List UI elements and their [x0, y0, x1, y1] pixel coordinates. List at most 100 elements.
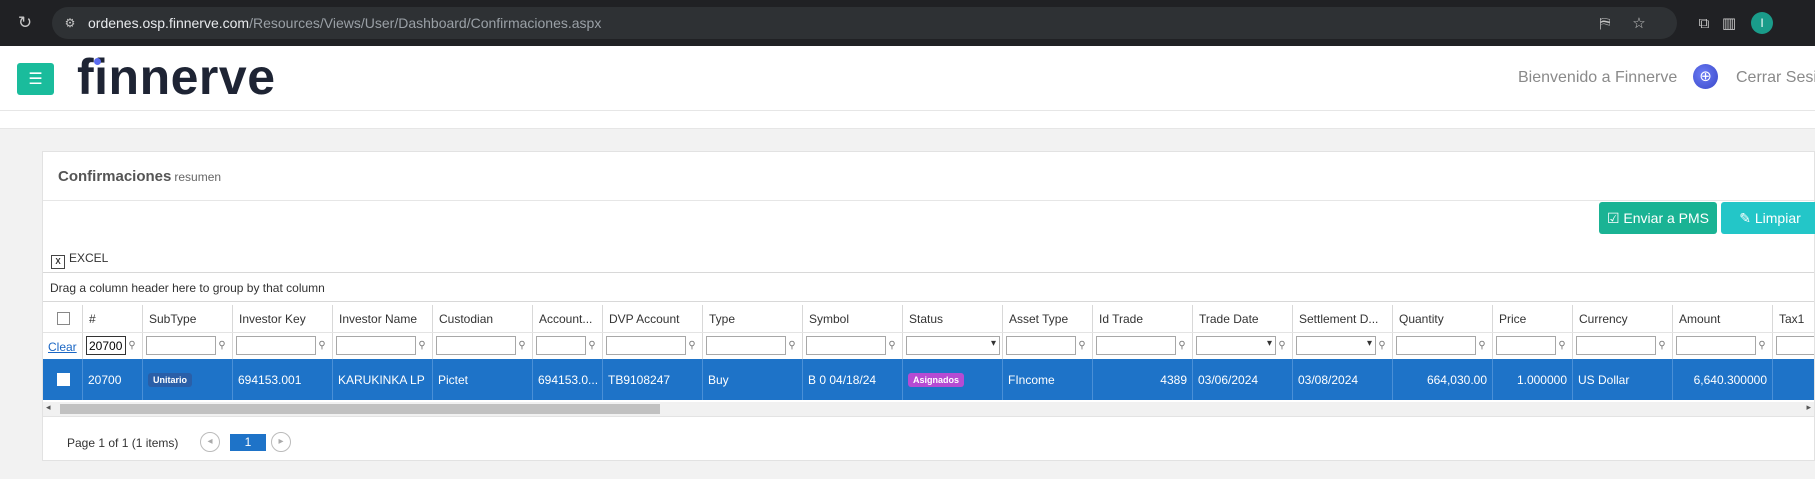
filter-input[interactable] [1776, 336, 1814, 355]
page-number-button[interactable]: 1 [230, 434, 266, 451]
divider [43, 200, 1814, 201]
row-checkbox[interactable] [57, 373, 70, 386]
cell-account: 694153.0... [533, 359, 603, 400]
filter-cell: 20700 ⚲ [83, 333, 143, 359]
cell-asset-type: FIncome [1003, 359, 1093, 400]
filter-icon[interactable]: ⚲ [1177, 336, 1187, 355]
group-panel[interactable]: Drag a column header here to group by th… [43, 272, 1814, 302]
filter-clear-link[interactable]: Clear [48, 340, 77, 354]
filter-input[interactable] [336, 336, 416, 355]
filter-icon[interactable]: ⚲ [517, 336, 527, 355]
filter-icon[interactable]: ⚲ [417, 336, 427, 355]
table-row[interactable]: 20700 Unitario 694153.001 KARUKINKA LP P… [43, 359, 1814, 400]
profile-avatar[interactable]: I [1751, 12, 1773, 34]
excel-export-button[interactable]: X EXCEL [51, 251, 108, 269]
cell-custodian: Pictet [433, 359, 533, 400]
column-header[interactable]: Investor Name [333, 305, 433, 332]
send-pms-button[interactable]: ☑ Enviar a PMS [1599, 202, 1717, 234]
scroll-right-icon[interactable]: ▸ [1806, 403, 1811, 413]
column-header[interactable]: Amount [1673, 305, 1773, 332]
filter-cell: ⚲ [1493, 333, 1573, 359]
column-header[interactable]: Type [703, 305, 803, 332]
filter-dropdown[interactable] [1296, 336, 1376, 355]
star-icon[interactable]: ☆ [1630, 14, 1648, 32]
filter-cell: ⚲ [1573, 333, 1673, 359]
extensions-icon[interactable]: ⧉ [1693, 12, 1715, 34]
filter-icon[interactable]: ⚲ [887, 336, 897, 355]
filter-input[interactable] [1496, 336, 1556, 355]
address-bar[interactable]: ⚙ ordenes.osp.finnerve.com/Resources/Vie… [52, 7, 1677, 39]
filter-input[interactable] [806, 336, 886, 355]
filter-icon[interactable]: ⚲ [1657, 336, 1667, 355]
column-header[interactable]: # [83, 305, 143, 332]
select-all-checkbox-cell[interactable] [43, 305, 83, 332]
excel-icon: X [51, 255, 65, 269]
filter-icon[interactable]: ⚲ [1477, 336, 1487, 355]
clear-button[interactable]: ✎ Limpiar [1721, 202, 1815, 234]
column-header[interactable]: Symbol [803, 305, 903, 332]
horizontal-scrollbar[interactable]: ◂ ▸ [43, 402, 1814, 416]
filter-icon[interactable]: ⚲ [1377, 336, 1387, 355]
filter-input[interactable] [1676, 336, 1756, 355]
select-all-checkbox[interactable] [57, 312, 70, 325]
chevron-left-icon[interactable]: ◂ [200, 432, 220, 452]
filter-input[interactable] [1006, 336, 1076, 355]
column-header[interactable]: Quantity [1393, 305, 1493, 332]
scrollbar-thumb[interactable] [60, 404, 660, 414]
column-header[interactable]: Asset Type [1003, 305, 1093, 332]
cell-tax1 [1773, 359, 1814, 400]
column-header[interactable]: Tax1 [1773, 305, 1814, 332]
filter-icon[interactable]: ⚲ [217, 336, 227, 355]
column-header[interactable]: Trade Date [1193, 305, 1293, 332]
filter-cell: ⚲ [143, 333, 233, 359]
column-header[interactable]: Id Trade [1093, 305, 1193, 332]
column-header[interactable]: SubType [143, 305, 233, 332]
filter-input[interactable] [1576, 336, 1656, 355]
chevron-right-icon[interactable]: ▸ [271, 432, 291, 452]
url-text[interactable]: ordenes.osp.finnerve.com/Resources/Views… [88, 15, 601, 31]
filter-dropdown[interactable] [906, 336, 1000, 355]
column-header[interactable]: Account... [533, 305, 603, 332]
filter-icon[interactable]: ⚲ [1277, 336, 1287, 355]
filter-input[interactable] [146, 336, 216, 355]
filter-icon[interactable]: ⚲ [787, 336, 797, 355]
filter-icon[interactable]: ⚲ [1757, 336, 1767, 355]
row-checkbox-cell[interactable] [43, 359, 83, 400]
column-header[interactable]: Price [1493, 305, 1573, 332]
column-header[interactable]: DVP Account [603, 305, 703, 332]
reload-icon[interactable]: ↻ [14, 12, 36, 34]
column-header[interactable]: Settlement D... [1293, 305, 1393, 332]
filter-input-id[interactable]: 20700 [86, 336, 126, 355]
filter-icon[interactable]: ⚲ [587, 336, 597, 355]
filter-input[interactable] [436, 336, 516, 355]
panel-title: Confirmaciones resumen [58, 168, 222, 185]
filter-icon[interactable]: ⚲ [1077, 336, 1087, 355]
filter-dropdown[interactable] [1196, 336, 1276, 355]
filter-input[interactable] [1096, 336, 1176, 355]
menu-icon[interactable]: ☰ [17, 63, 54, 95]
translate-icon[interactable]: ⛿ [1596, 14, 1614, 32]
cell-currency: US Dollar [1573, 359, 1673, 400]
site-info-icon[interactable]: ⚙ [62, 15, 78, 31]
filter-input[interactable] [606, 336, 686, 355]
logout-link[interactable]: Cerrar Sesión [1736, 69, 1815, 87]
filter-icon[interactable]: ⚲ [127, 336, 137, 355]
globe-icon[interactable]: ⊕ [1693, 64, 1718, 89]
grid-header-row: # SubType Investor Key Investor Name Cus… [43, 305, 1814, 332]
scroll-left-icon[interactable]: ◂ [46, 403, 51, 413]
column-header[interactable]: Custodian [433, 305, 533, 332]
filter-icon[interactable]: ⚲ [317, 336, 327, 355]
filter-input[interactable] [1396, 336, 1476, 355]
filter-icon[interactable]: ⚲ [1557, 336, 1567, 355]
sidepanel-icon[interactable]: ▥ [1718, 12, 1740, 34]
column-header[interactable]: Currency [1573, 305, 1673, 332]
column-header[interactable]: Investor Key [233, 305, 333, 332]
cell-settlement-date: 03/08/2024 [1293, 359, 1393, 400]
filter-input[interactable] [236, 336, 316, 355]
filter-cell: ⚲ [803, 333, 903, 359]
filter-icon[interactable]: ⚲ [687, 336, 697, 355]
filter-input[interactable] [536, 336, 586, 355]
column-header[interactable]: Status [903, 305, 1003, 332]
filter-clear-cell: Clear [43, 333, 83, 359]
filter-input[interactable] [706, 336, 786, 355]
